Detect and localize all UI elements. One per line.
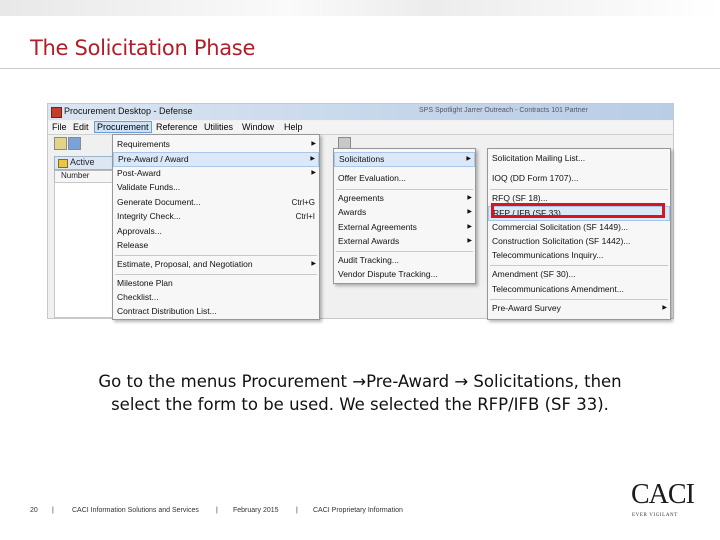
toolbar-folder-icon[interactable] bbox=[54, 137, 67, 150]
column-number-label: Number bbox=[61, 171, 90, 180]
footer-company: CACI Information Solutions and Services bbox=[72, 507, 199, 514]
menu-item-requirements[interactable]: Requirements ▶ bbox=[113, 138, 319, 151]
menu-item-amendment[interactable]: Amendment (SF 30)... bbox=[488, 268, 670, 281]
menu-reference[interactable]: Reference bbox=[156, 122, 198, 132]
solicitations-menu: Solicitation Mailing List... IOQ (DD For… bbox=[487, 148, 671, 320]
menu-item-validate-funds[interactable]: Validate Funds... bbox=[113, 181, 319, 194]
window-title-right: SPS Spotlight Jarrer Outreach - Contract… bbox=[419, 107, 588, 114]
menu-item-audit-tracking[interactable]: Audit Tracking... bbox=[334, 254, 475, 267]
window-titlebar: Procurement Desktop - Defense SPS Spotli… bbox=[48, 104, 673, 120]
menu-item-estimate-proposal[interactable]: Estimate, Proposal, and Negotiation ▶ bbox=[113, 258, 319, 271]
menu-item-agreements[interactable]: Agreements ▶ bbox=[334, 192, 475, 205]
menu-item-commercial-solicitation[interactable]: Commercial Solicitation (SF 1449)... bbox=[488, 221, 670, 234]
menu-item-pre-award-award[interactable]: Pre-Award / Award ▶ bbox=[113, 152, 319, 167]
menu-utilities[interactable]: Utilities bbox=[204, 122, 233, 132]
menu-item-ioq[interactable]: IOQ (DD Form 1707)... bbox=[488, 172, 670, 185]
menu-item-checklist[interactable]: Checklist... bbox=[113, 291, 319, 304]
window-title: Procurement Desktop - Defense bbox=[64, 106, 193, 116]
footer-separator: | bbox=[52, 507, 54, 514]
caci-logo: CACI EVER VIGILANT bbox=[631, 479, 695, 521]
chevron-right-icon: ▶ bbox=[467, 238, 472, 244]
shortcut-label: Ctrl+I bbox=[295, 212, 315, 221]
menu-item-approvals[interactable]: Approvals... bbox=[113, 225, 319, 238]
toolbar-print-icon[interactable] bbox=[68, 137, 81, 150]
slide-caption: Go to the menus Procurement →Pre-Award →… bbox=[40, 370, 680, 416]
footer-page-number: 20 bbox=[30, 507, 38, 514]
menu-separator bbox=[490, 189, 668, 190]
menu-file[interactable]: File bbox=[52, 122, 67, 132]
menu-window[interactable]: Window bbox=[242, 122, 274, 132]
menu-item-vendor-dispute[interactable]: Vendor Dispute Tracking... bbox=[334, 268, 475, 281]
selection-highlight-box bbox=[491, 203, 665, 218]
caption-line-2: select the form to be used. We selected … bbox=[111, 395, 609, 414]
menu-item-construction-solicitation[interactable]: Construction Solicitation (SF 1442)... bbox=[488, 235, 670, 248]
chevron-right-icon: ▶ bbox=[311, 261, 316, 267]
menu-item-external-awards[interactable]: External Awards ▶ bbox=[334, 235, 475, 248]
menu-item-pre-award-survey[interactable]: Pre-Award Survey ▶ bbox=[488, 302, 670, 315]
menu-item-telecom-amendment[interactable]: Telecommunications Amendment... bbox=[488, 283, 670, 296]
app-icon bbox=[51, 107, 62, 118]
menu-item-release[interactable]: Release bbox=[113, 239, 319, 252]
menu-separator bbox=[336, 189, 473, 190]
menu-help[interactable]: Help bbox=[284, 122, 303, 132]
pre-award-menu: Solicitations ▶ Offer Evaluation... Agree… bbox=[333, 148, 476, 284]
folder-icon bbox=[58, 159, 68, 168]
menu-separator bbox=[336, 251, 473, 252]
chevron-right-icon: ▶ bbox=[466, 156, 471, 162]
menu-edit[interactable]: Edit bbox=[73, 122, 89, 132]
footer-date: February 2015 bbox=[233, 507, 279, 514]
procurement-menu: Requirements ▶ Pre-Award / Award ▶ Post-Aw… bbox=[112, 134, 320, 320]
logo-tagline: EVER VIGILANT bbox=[632, 513, 678, 518]
menu-item-offer-evaluation[interactable]: Offer Evaluation... bbox=[334, 172, 475, 185]
title-divider bbox=[0, 68, 720, 69]
menu-separator bbox=[115, 255, 317, 256]
menu-separator bbox=[490, 299, 668, 300]
tab-active-label: Active bbox=[70, 157, 95, 167]
menu-item-integrity-check[interactable]: Integrity Check... Ctrl+I bbox=[113, 210, 319, 223]
chevron-right-icon: ▶ bbox=[311, 170, 316, 176]
shortcut-label: Ctrl+G bbox=[291, 198, 315, 207]
menu-item-solicitations[interactable]: Solicitations ▶ bbox=[334, 152, 475, 167]
menu-item-post-award[interactable]: Post-Award ▶ bbox=[113, 167, 319, 180]
chevron-right-icon: ▶ bbox=[311, 141, 316, 147]
menu-item-milestone-plan[interactable]: Milestone Plan bbox=[113, 277, 319, 290]
menubar: File Edit Procurement Reference Utilitie… bbox=[48, 121, 673, 135]
footer-separator: | bbox=[216, 507, 218, 514]
menu-item-external-agreements[interactable]: External Agreements ▶ bbox=[334, 221, 475, 234]
menu-item-telecom-inquiry[interactable]: Telecommunications Inquiry... bbox=[488, 249, 670, 262]
menu-procurement[interactable]: Procurement bbox=[94, 121, 152, 133]
chevron-right-icon: ▶ bbox=[310, 156, 315, 162]
slide-top-band bbox=[0, 0, 720, 16]
slide-title: The Solicitation Phase bbox=[30, 36, 256, 60]
footer-separator: | bbox=[296, 507, 298, 514]
logo-wordmark: CACI bbox=[631, 479, 695, 510]
menu-item-contract-distribution[interactable]: Contract Distribution List... bbox=[113, 305, 319, 318]
footer-classification: CACI Proprietary Information bbox=[313, 507, 403, 514]
menu-separator bbox=[490, 265, 668, 266]
menu-separator bbox=[115, 274, 317, 275]
chevron-right-icon: ▶ bbox=[467, 195, 472, 201]
chevron-right-icon: ▶ bbox=[467, 209, 472, 215]
chevron-right-icon: ▶ bbox=[467, 224, 472, 230]
caption-line-1: Go to the menus Procurement →Pre-Award →… bbox=[98, 372, 622, 391]
menu-item-solicitation-mailing-list[interactable]: Solicitation Mailing List... bbox=[488, 152, 670, 165]
chevron-right-icon: ▶ bbox=[662, 305, 667, 311]
menu-item-generate-document[interactable]: Generate Document... Ctrl+G bbox=[113, 196, 319, 209]
menu-item-awards[interactable]: Awards ▶ bbox=[334, 206, 475, 219]
